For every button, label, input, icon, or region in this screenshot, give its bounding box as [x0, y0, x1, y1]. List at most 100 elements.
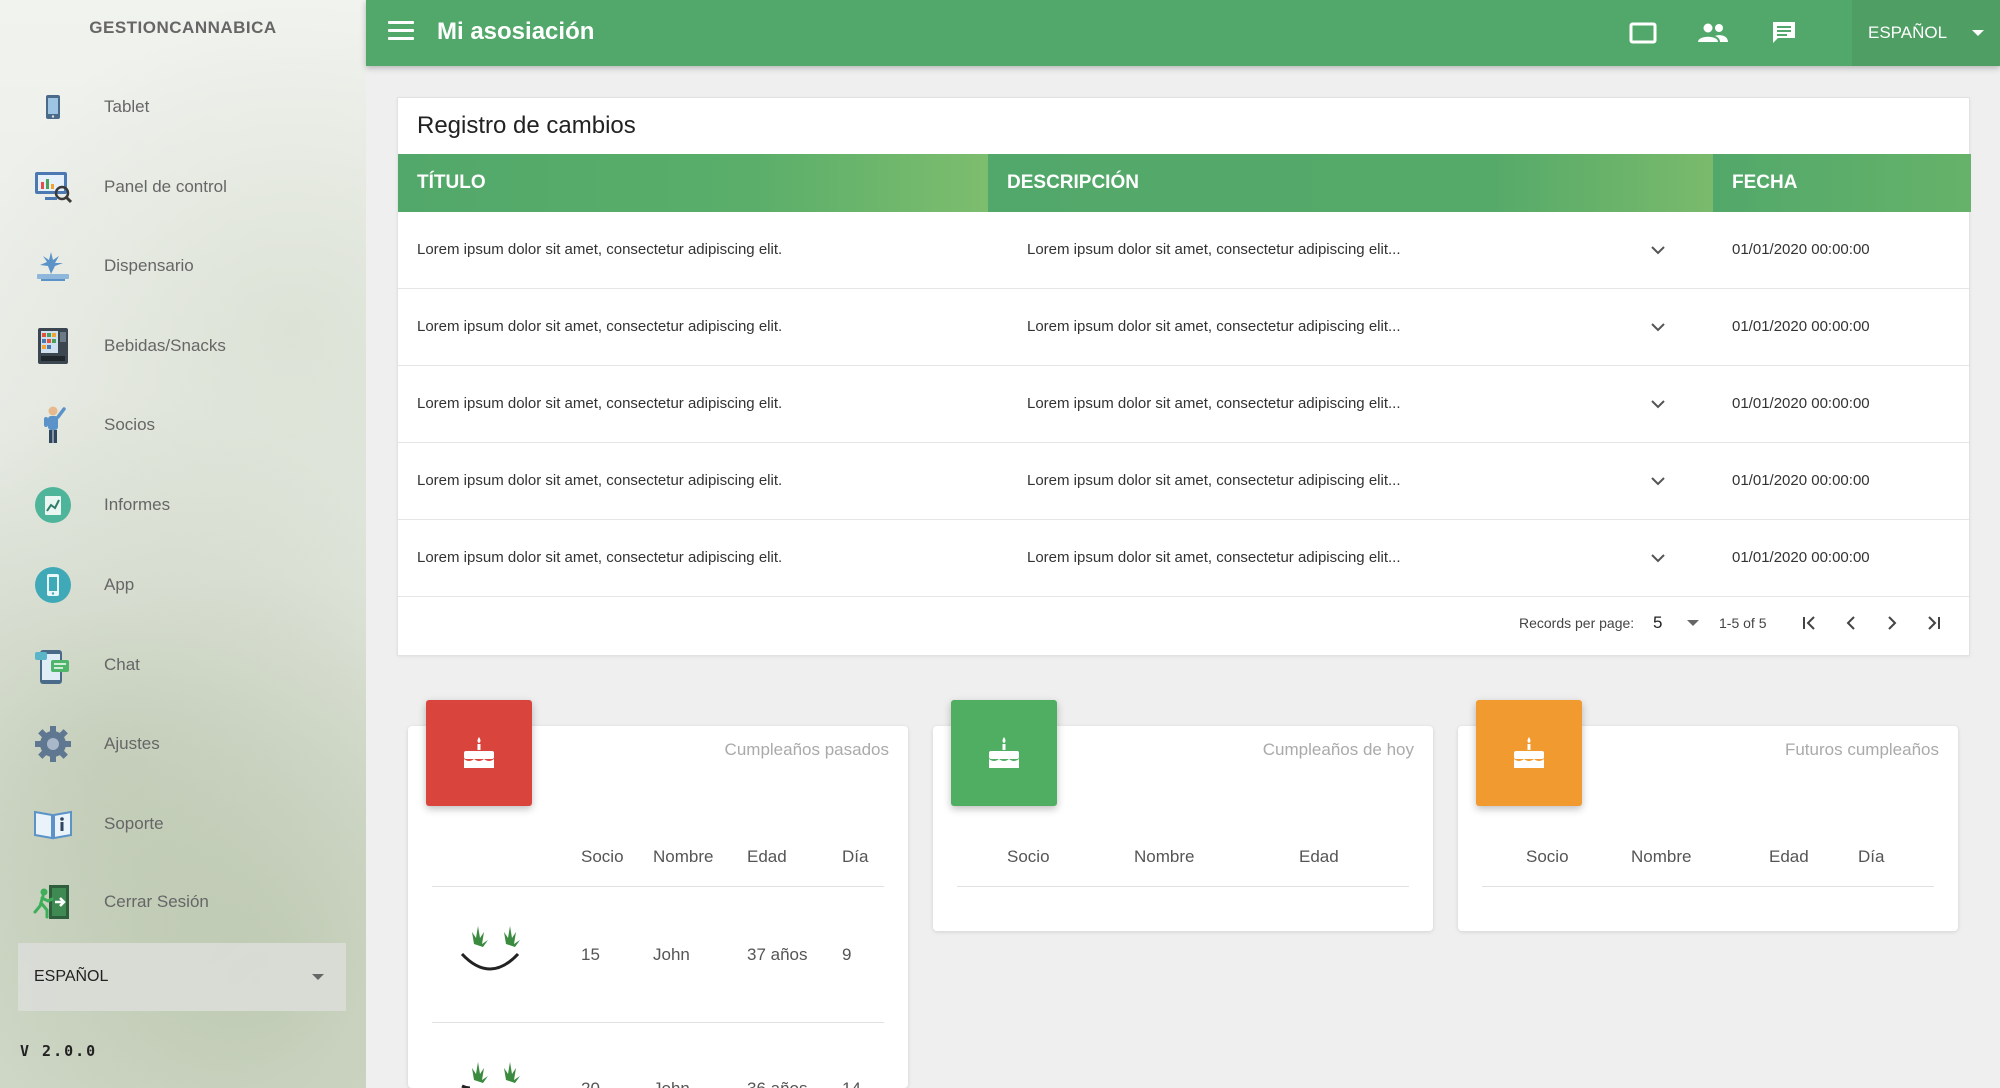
row-description: Lorem ipsum dolor sit amet, consectetur … [1027, 241, 1401, 258]
last-page-button[interactable] [1920, 610, 1946, 636]
socio-number: 20 [581, 1079, 600, 1088]
sidebar: GESTIONCANNABICA Tablet Panel de control… [0, 0, 366, 1088]
gear-icon [30, 721, 76, 767]
first-page-button[interactable] [1797, 610, 1823, 636]
card-title: Registro de cambios [417, 112, 636, 139]
cannabis-smile-icon [461, 1062, 520, 1088]
sidebar-item-label: Tablet [104, 97, 150, 116]
card-title: Cumpleaños pasados [724, 740, 889, 759]
table-row[interactable]: Lorem ipsum dolor sit amet, consectetur … [398, 212, 1971, 289]
sidebar-item-bebidas-snacks[interactable]: Bebidas/Snacks [30, 321, 350, 371]
chevron-down-icon[interactable] [1646, 392, 1670, 416]
previous-page-button[interactable] [1838, 610, 1864, 636]
menu-bar [388, 37, 414, 40]
sidebar-item-chat[interactable]: Chat [30, 640, 350, 690]
table-row[interactable]: Lorem ipsum dolor sit amet, consectetur … [398, 366, 1971, 443]
row-description: Lorem ipsum dolor sit amet, consectetur … [1027, 395, 1401, 412]
sidebar-item-dispensario[interactable]: Dispensario [30, 241, 350, 291]
dashboard-icon [30, 164, 76, 210]
first-page-icon [1803, 616, 1815, 630]
divider [1482, 886, 1934, 887]
member-name: John [653, 1079, 690, 1088]
last-page-icon [1928, 616, 1940, 630]
brand-name: GESTIONCANNABICA [89, 18, 277, 37]
next-page-button[interactable] [1879, 610, 1905, 636]
row-title: Lorem ipsum dolor sit amet, consectetur … [417, 318, 783, 335]
exit-icon [30, 879, 76, 925]
column-header: Nombre [1134, 847, 1195, 866]
message-icon [1773, 22, 1795, 43]
sidebar-item-socios[interactable]: Socios [30, 400, 350, 450]
sidebar-item-label: Panel de control [104, 177, 227, 196]
cake-icon [426, 700, 532, 806]
sidebar-item-label: Bebidas/Snacks [104, 336, 226, 355]
sidebar-language-value: ESPAÑOL [34, 968, 109, 985]
sidebar-item-tablet[interactable]: Tablet [30, 82, 350, 132]
sidebar-item-informes[interactable]: Informes [30, 480, 350, 530]
users-button[interactable] [1697, 17, 1729, 49]
sidebar-item-soporte[interactable]: Soporte [30, 799, 350, 849]
column-header-date[interactable]: FECHA [1713, 154, 1971, 212]
window-icon [1629, 22, 1657, 44]
column-header: Día [1858, 847, 1885, 866]
chevron-down-icon[interactable] [1646, 315, 1670, 339]
column-header: Día [842, 847, 869, 866]
records-per-page-value: 5 [1653, 613, 1663, 632]
column-header: Nombre [653, 847, 714, 866]
row-date: 01/01/2020 00:00:00 [1732, 549, 1870, 566]
cake-icon [951, 700, 1057, 806]
birthday-day: 9 [842, 945, 852, 964]
column-header: Socio [1526, 847, 1569, 866]
reports-icon [30, 482, 76, 528]
page-title: Mi asosiación [437, 18, 595, 45]
chevron-down-icon[interactable] [1646, 238, 1670, 262]
cake-icon [1476, 700, 1582, 806]
fullscreen-button[interactable] [1627, 17, 1659, 49]
member-age: 37 años [747, 945, 808, 964]
caret-down-icon [1687, 620, 1699, 626]
topbar-language-select[interactable]: ESPAÑOL [1852, 0, 2000, 66]
tablet-icon [30, 84, 76, 130]
row-title: Lorem ipsum dolor sit amet, consectetur … [417, 241, 783, 258]
column-header-description[interactable]: DESCRIPCIÓN [988, 154, 1713, 212]
table-row[interactable]: Lorem ipsum dolor sit amet, consectetur … [398, 443, 1971, 520]
row-description: Lorem ipsum dolor sit amet, consectetur … [1027, 549, 1401, 566]
row-title: Lorem ipsum dolor sit amet, consectetur … [417, 395, 783, 412]
cannabis-smile-icon [460, 926, 520, 971]
row-date: 01/01/2020 00:00:00 [1732, 318, 1870, 335]
card-title: Cumpleaños de hoy [1262, 740, 1414, 759]
row-title: Lorem ipsum dolor sit amet, consectetur … [417, 472, 783, 489]
dispensary-icon [30, 243, 76, 289]
sidebar-item-label: Ajustes [104, 734, 160, 753]
table-row[interactable]: Lorem ipsum dolor sit amet, consectetur … [398, 289, 1971, 366]
person-icon [30, 402, 76, 448]
chevron-down-icon[interactable] [1646, 546, 1670, 570]
sidebar-language-select[interactable]: ESPAÑOL [18, 943, 346, 1011]
chevron-down-icon[interactable] [1646, 469, 1670, 493]
messages-button[interactable] [1768, 17, 1800, 49]
future-birthdays-card: Futuros cumpleaños Socio Nombre Edad Día [1458, 700, 1958, 931]
row-description: Lorem ipsum dolor sit amet, consectetur … [1027, 472, 1401, 489]
table-header: TÍTULO DESCRIPCIÓN FECHA [398, 154, 1971, 212]
column-header: Edad [1299, 847, 1339, 866]
records-per-page-select[interactable]: 5 [1653, 610, 1703, 636]
sidebar-item-label: Socios [104, 415, 156, 434]
topbar-language-value: ESPAÑOL [1868, 23, 1948, 42]
row-description: Lorem ipsum dolor sit amet, consectetur … [1027, 318, 1401, 335]
phone-icon [30, 562, 76, 608]
app-version: V 2.0.0 [20, 1042, 98, 1060]
sidebar-item-label: Informes [104, 495, 171, 514]
sidebar-item-ajustes[interactable]: Ajustes [30, 719, 350, 769]
column-header-title[interactable]: TÍTULO [398, 154, 988, 212]
chevron-left-icon [1846, 616, 1855, 630]
column-header: Nombre [1631, 847, 1692, 866]
sidebar-item-panel-de-control[interactable]: Panel de control [30, 162, 350, 212]
table-row[interactable]: Lorem ipsum dolor sit amet, consectetur … [398, 520, 1971, 597]
sidebar-item-cerrar-sesion[interactable]: Cerrar Sesión [30, 877, 350, 927]
hamburger-menu-button[interactable] [388, 21, 414, 43]
sidebar-item-app[interactable]: App [30, 560, 350, 610]
caret-down-icon [1972, 30, 1984, 36]
row-date: 01/01/2020 00:00:00 [1732, 241, 1870, 258]
row-date: 01/01/2020 00:00:00 [1732, 472, 1870, 489]
sidebar-item-label: App [104, 575, 135, 594]
